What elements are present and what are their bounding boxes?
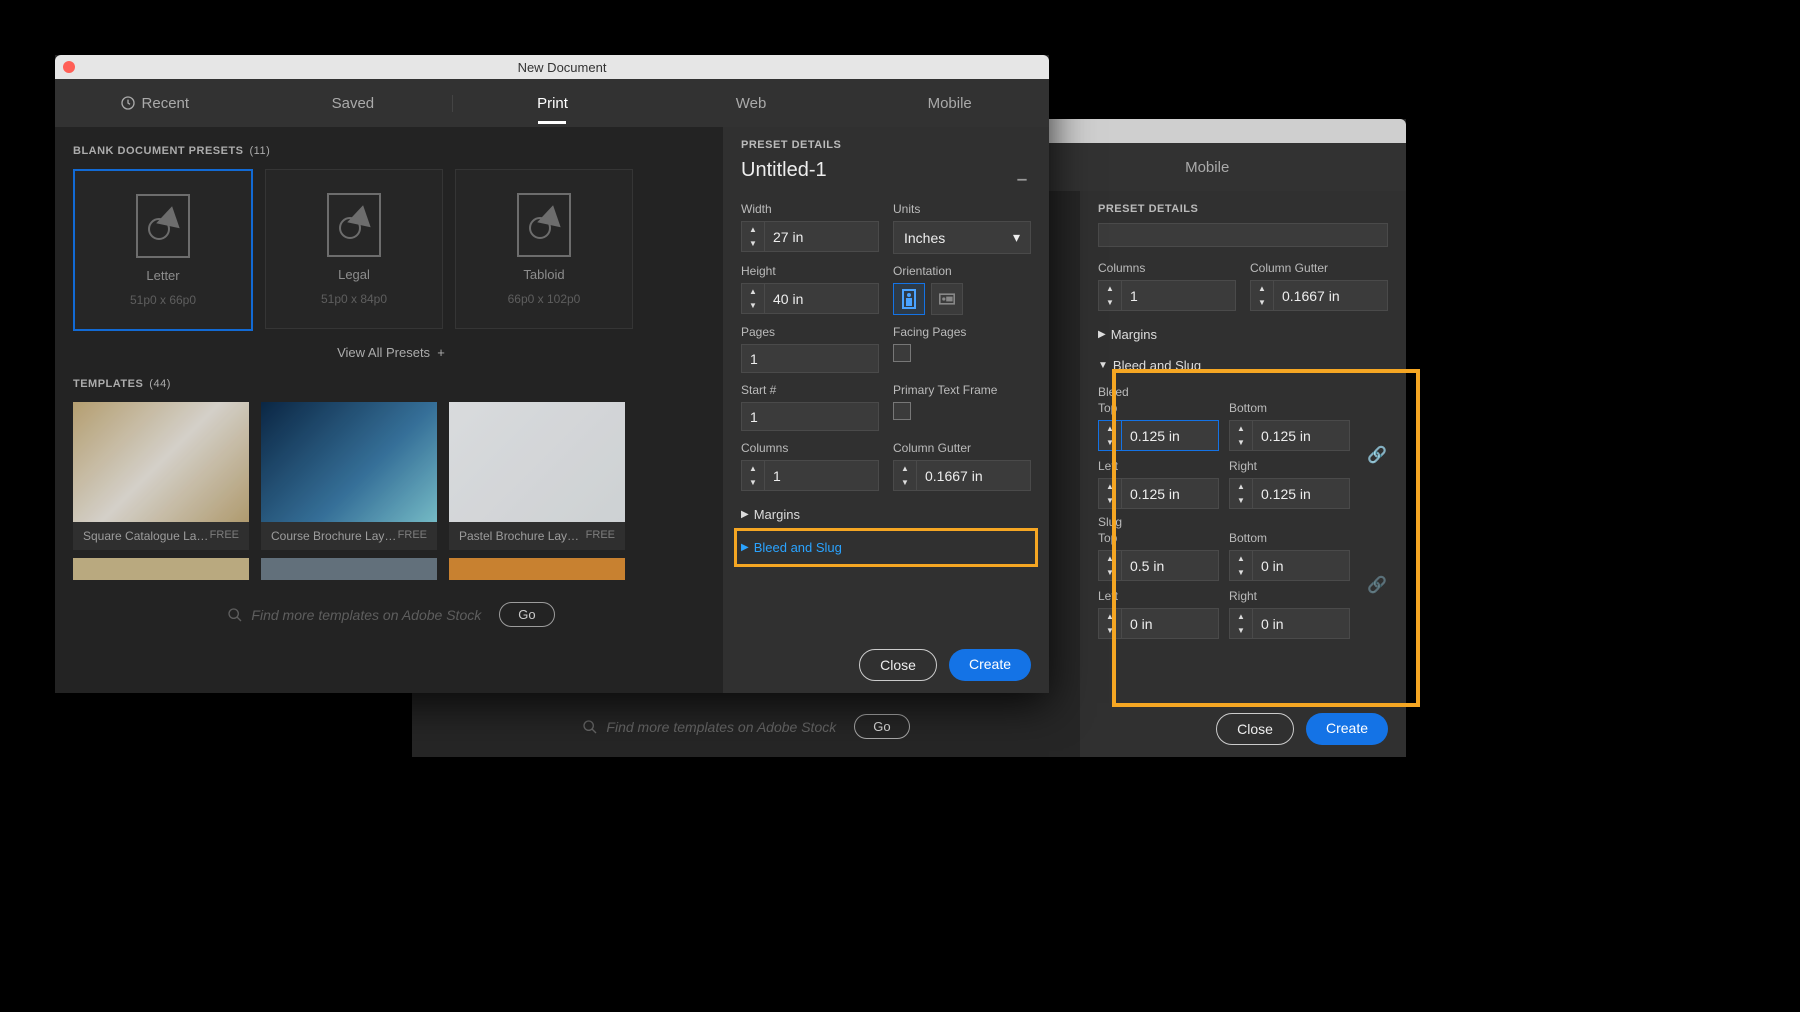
close-button[interactable]: Close bbox=[859, 649, 937, 681]
bleed-bottom-label: Bottom bbox=[1229, 401, 1350, 415]
pages-stepper[interactable] bbox=[741, 344, 879, 373]
chevron-down-icon: ▾ bbox=[1013, 229, 1020, 246]
category-tabs: Recent Saved Print Web Mobile bbox=[55, 79, 1049, 127]
column-gutter-stepper[interactable]: ▲▼ bbox=[1250, 280, 1388, 311]
slug-bottom-label: Bottom bbox=[1229, 531, 1350, 545]
close-window-icon[interactable] bbox=[63, 61, 75, 73]
bleed-top-stepper[interactable]: ▲▼ bbox=[1098, 420, 1219, 451]
columns-stepper[interactable]: ▲▼ bbox=[1098, 280, 1236, 311]
bleed-slug-disclosure-expanded[interactable]: ▼Bleed and Slug bbox=[1098, 352, 1388, 379]
margins-disclosure[interactable]: ▶Margins bbox=[741, 501, 1031, 528]
slug-left-stepper[interactable]: ▲▼ bbox=[1098, 608, 1219, 639]
margins-disclosure[interactable]: ▶Margins bbox=[1098, 321, 1388, 348]
create-button[interactable]: Create bbox=[1306, 713, 1388, 745]
bleed-slug-disclosure[interactable]: ▶Bleed and Slug bbox=[741, 534, 1031, 561]
height-label: Height bbox=[741, 264, 879, 278]
slug-right-stepper[interactable]: ▲▼ bbox=[1229, 608, 1350, 639]
units-dropdown[interactable]: Inches▾ bbox=[893, 221, 1031, 254]
facing-pages-checkbox[interactable] bbox=[893, 344, 911, 362]
width-label: Width bbox=[741, 202, 879, 216]
facing-pages-label: Facing Pages bbox=[893, 325, 1031, 339]
bleed-right-stepper[interactable]: ▲▼ bbox=[1229, 478, 1350, 509]
bleed-right-label: Right bbox=[1229, 459, 1350, 473]
search-templates-text: Find more templates on Adobe Stock bbox=[582, 719, 836, 735]
orientation-label: Orientation bbox=[893, 264, 1031, 278]
titlebar: New Document bbox=[55, 55, 1049, 79]
new-document-window: New Document Recent Saved Print Web Mobi… bbox=[55, 55, 1049, 693]
highlight-bleed-slug-row: ▶Bleed and Slug bbox=[734, 528, 1038, 567]
save-preset-icon[interactable] bbox=[1013, 169, 1031, 183]
bleed-bottom-stepper[interactable]: ▲▼ bbox=[1229, 420, 1350, 451]
clock-icon bbox=[120, 95, 136, 111]
window-title: New Document bbox=[75, 60, 1049, 75]
units-label: Units bbox=[893, 202, 1031, 216]
tab-saved[interactable]: Saved bbox=[254, 95, 454, 112]
doc-name-input[interactable] bbox=[1098, 223, 1388, 247]
slug-top-label: Top bbox=[1098, 531, 1219, 545]
pages-label: Pages bbox=[741, 325, 879, 339]
orientation-landscape[interactable] bbox=[931, 283, 963, 315]
bleed-left-label: Left bbox=[1098, 459, 1219, 473]
columns-label: Columns bbox=[1098, 261, 1236, 275]
columns-stepper[interactable]: ▲▼ bbox=[741, 460, 879, 491]
orientation-portrait[interactable] bbox=[893, 283, 925, 315]
bleed-label: Bleed bbox=[1098, 385, 1388, 399]
primary-text-frame-checkbox[interactable] bbox=[893, 402, 911, 420]
slug-left-label: Left bbox=[1098, 589, 1219, 603]
link-slug-icon[interactable]: 🔗 bbox=[1360, 531, 1388, 639]
close-button[interactable]: Close bbox=[1216, 713, 1294, 745]
primary-text-frame-label: Primary Text Frame bbox=[893, 383, 1031, 397]
tab-web[interactable]: Web bbox=[652, 95, 851, 112]
preset-details-header: PRESET DETAILS bbox=[1098, 203, 1388, 215]
start-number-input[interactable] bbox=[741, 402, 879, 431]
tab-mobile[interactable]: Mobile bbox=[1008, 159, 1406, 176]
bleed-left-stepper[interactable]: ▲▼ bbox=[1098, 478, 1219, 509]
start-number-label: Start # bbox=[741, 383, 879, 397]
slug-bottom-stepper[interactable]: ▲▼ bbox=[1229, 550, 1350, 581]
width-stepper[interactable]: ▲▼ bbox=[741, 221, 879, 252]
column-gutter-label: Column Gutter bbox=[893, 441, 1031, 455]
bleed-top-label: Top bbox=[1098, 401, 1219, 415]
columns-label: Columns bbox=[741, 441, 879, 455]
slug-label: Slug bbox=[1098, 515, 1388, 529]
tab-mobile[interactable]: Mobile bbox=[850, 95, 1049, 112]
preset-details-header: PRESET DETAILS bbox=[741, 139, 1031, 151]
create-button[interactable]: Create bbox=[949, 649, 1031, 681]
slug-top-stepper[interactable]: ▲▼ bbox=[1098, 550, 1219, 581]
height-stepper[interactable]: ▲▼ bbox=[741, 283, 879, 314]
slug-right-label: Right bbox=[1229, 589, 1350, 603]
document-name-input[interactable]: Untitled-1 bbox=[741, 159, 827, 182]
column-gutter-label: Column Gutter bbox=[1250, 261, 1388, 275]
tab-recent[interactable]: Recent bbox=[55, 95, 254, 112]
search-go-button[interactable]: Go bbox=[854, 714, 909, 739]
tab-print[interactable]: Print bbox=[453, 95, 652, 112]
link-bleed-icon[interactable]: 🔗 bbox=[1360, 401, 1388, 509]
column-gutter-stepper[interactable]: ▲▼ bbox=[893, 460, 1031, 491]
